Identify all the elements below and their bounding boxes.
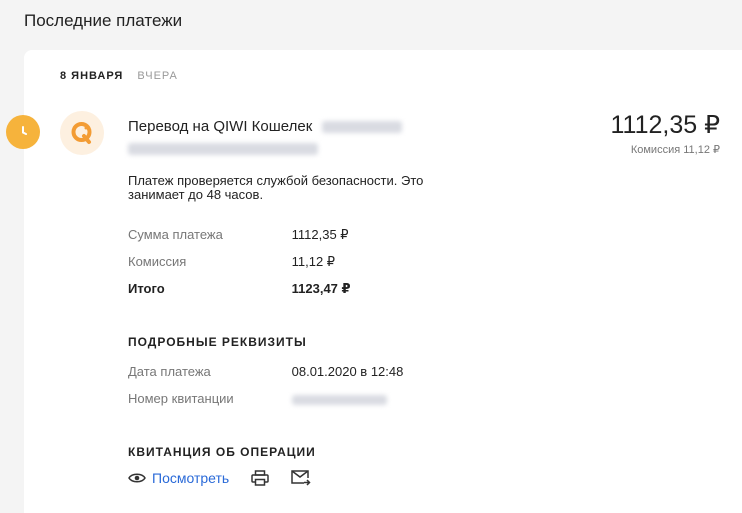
details-section-title: ПОДРОБНЫЕ РЕКВИЗИТЫ [128, 335, 307, 349]
masked-receipt-number [291, 394, 387, 405]
printer-icon [251, 470, 269, 486]
status-badge [6, 115, 40, 149]
summary-value: 1112,35 ₽ [291, 227, 349, 242]
details-label: Дата платежа [128, 364, 211, 379]
operation-title: Перевод на QIWI Кошелек [128, 118, 403, 135]
commission-note: Комиссия 11,12 ₽ [630, 144, 720, 156]
view-receipt-link[interactable]: Посмотреть [128, 470, 229, 486]
eye-icon [128, 473, 146, 483]
summary-row-total: Итого 1123,47 ₽ [128, 281, 351, 297]
summary-value: 11,12 ₽ [291, 254, 336, 269]
date-main: 8 ЯНВАРЯ [60, 70, 124, 82]
summary-row-commission: Комиссия 11,12 ₽ [128, 254, 335, 270]
payment-card: 8 ЯНВАРЯ ВЧЕРА Перевод на QIWI Кошелек 1… [6, 50, 742, 513]
summary-label: Итого [128, 281, 165, 296]
masked-recipient [322, 121, 403, 134]
details-value: 08.01.2020 в 12:48 [291, 364, 404, 379]
payment-amount: 1112,35 ₽ [610, 111, 720, 139]
receipt-section-title: КВИТАНЦИЯ ОБ ОПЕРАЦИИ [128, 445, 316, 459]
mail-send-icon [291, 470, 311, 486]
date-sub: ВЧЕРА [137, 70, 178, 82]
print-button[interactable] [251, 470, 269, 486]
details-label: Номер квитанции [128, 391, 234, 406]
summary-label: Сумма платежа [128, 227, 223, 242]
receipt-actions: Посмотреть [128, 470, 311, 486]
qiwi-logo [60, 111, 104, 155]
summary-label: Комиссия [128, 254, 187, 269]
summary-row-amount: Сумма платежа 1112,35 ₽ [128, 227, 349, 243]
details-row-date: Дата платежа 08.01.2020 в 12:48 [128, 364, 403, 379]
qiwi-logo-icon [71, 122, 92, 144]
masked-recipient-line [128, 143, 318, 155]
operation-title-text: Перевод на QIWI Кошелек [128, 118, 313, 135]
date-row: 8 ЯНВАРЯ ВЧЕРА [60, 70, 178, 82]
page-title: Последние платежи [24, 11, 183, 30]
details-row-receipt-number: Номер квитанции [128, 391, 387, 406]
clock-icon [22, 126, 27, 135]
email-button[interactable] [291, 470, 311, 486]
view-receipt-label: Посмотреть [152, 470, 230, 486]
summary-value: 1123,47 ₽ [291, 281, 351, 296]
status-message: Платеж проверяется службой безопасности.… [128, 173, 424, 202]
